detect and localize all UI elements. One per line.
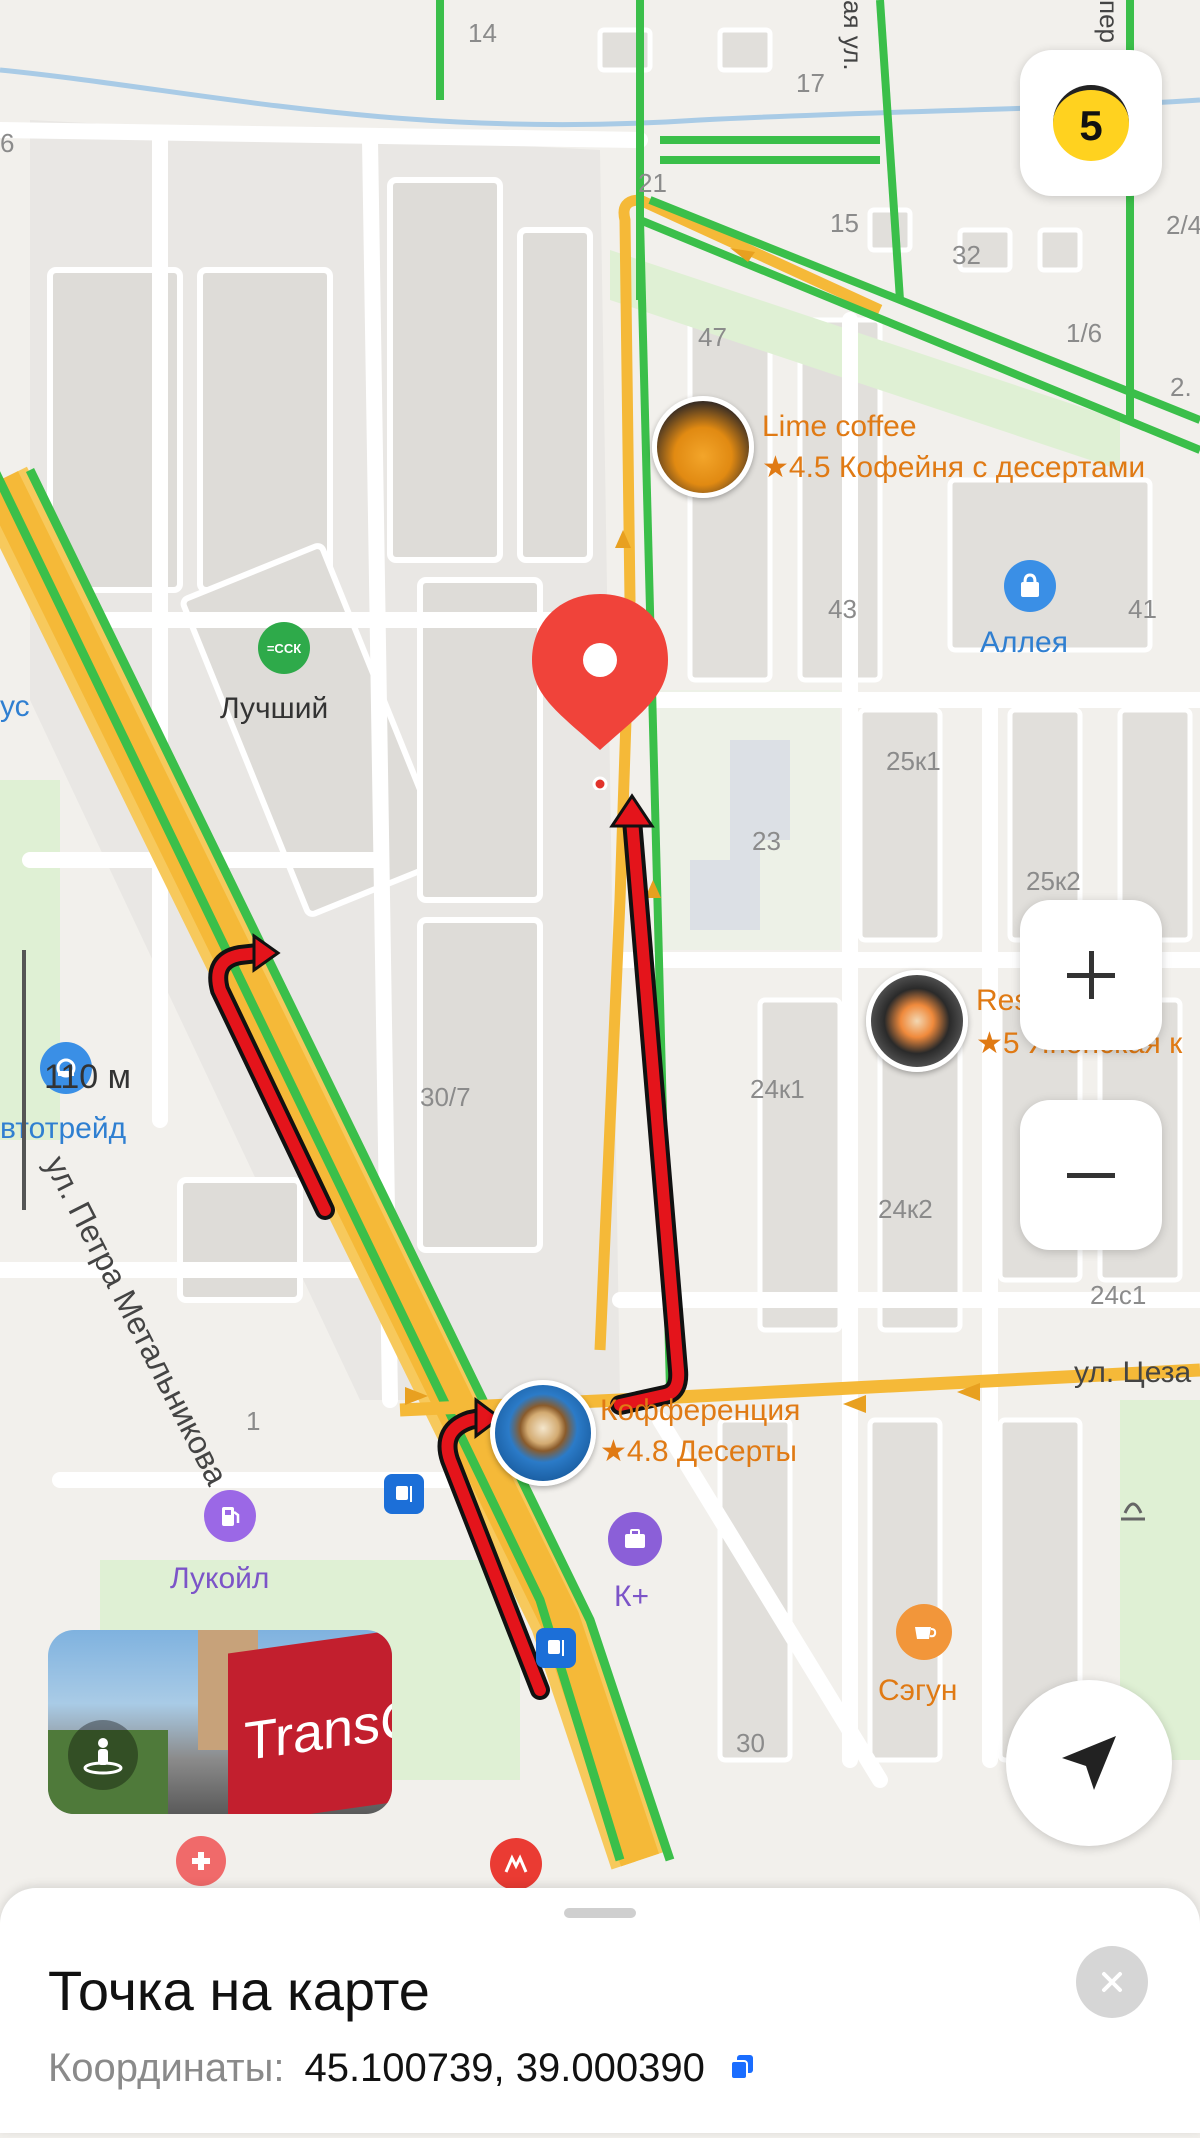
house-number: 17	[796, 68, 825, 98]
kofferencia-rating: ★4.8 Десерты	[600, 1435, 797, 1468]
house-number: 43	[828, 594, 857, 624]
kofferencia-photo[interactable]	[490, 1380, 596, 1486]
lime-coffee-rating: ★4.5 Кофейня с десертами	[762, 451, 1146, 484]
kofferencia-name[interactable]: Кофференция	[600, 1394, 800, 1428]
house-number: 2.	[1170, 372, 1192, 402]
fountain-icon	[1112, 1486, 1154, 1528]
house-number: 15	[830, 208, 859, 238]
coordinates-label: Координаты:	[48, 2046, 285, 2090]
house-number: 24к2	[878, 1194, 933, 1224]
bus-stop-icon[interactable]	[384, 1474, 424, 1514]
panorama-thumbnail[interactable]: TransC	[48, 1630, 392, 1814]
house-number: 1/6	[1066, 318, 1103, 348]
shopping-bag-icon[interactable]	[1004, 560, 1056, 612]
route-arrow-left	[208, 933, 335, 1220]
house-number: 30	[736, 1728, 765, 1758]
close-button[interactable]	[1076, 1946, 1148, 2018]
house-number: 1	[246, 1406, 261, 1436]
metro-icon[interactable]	[490, 1838, 542, 1890]
street-label-per: пер	[1094, 0, 1124, 43]
coffee-cup-icon[interactable]	[896, 1604, 952, 1660]
house-number: 2/4	[1166, 210, 1200, 240]
plus-icon	[1067, 951, 1115, 999]
segun-label: Сэгун	[878, 1674, 958, 1707]
restik-photo[interactable]	[866, 970, 968, 1072]
house-number: 24с1	[1090, 1280, 1147, 1310]
alleya-label: Аллея	[980, 626, 1068, 659]
avtotreyd-label: втотрейд	[0, 1112, 127, 1145]
house-number: 30/7	[420, 1082, 471, 1112]
coordinates-value[interactable]: 45.100739, 39.000390	[304, 2046, 704, 2091]
scale-label: 110 м	[44, 1058, 132, 1096]
place-card[interactable]: Точка на карте Координаты: 45.100739, 39…	[0, 1888, 1200, 2133]
house-number: 14	[468, 18, 497, 48]
bus-stop-icon[interactable]	[536, 1628, 576, 1668]
traffic-score-badge: 5	[1053, 85, 1129, 161]
house-number: 41	[1128, 594, 1157, 624]
house-number: 23	[752, 826, 781, 856]
house-number: 21	[638, 168, 667, 198]
traffic-button[interactable]: 5	[1020, 50, 1162, 196]
zoom-out-button[interactable]	[1020, 1100, 1162, 1250]
zoom-in-button[interactable]	[1020, 900, 1162, 1050]
panorama-truck: TransC	[228, 1630, 392, 1814]
location-pin[interactable]	[528, 590, 672, 792]
copy-icon[interactable]	[727, 2046, 757, 2091]
pharmacy-icon[interactable]	[176, 1836, 226, 1886]
briefcase-icon[interactable]	[608, 1512, 662, 1566]
lime-coffee-photo[interactable]	[652, 396, 754, 498]
lime-coffee-name[interactable]: Lime coffee	[762, 410, 917, 444]
sssk-logo-icon[interactable]: =ССК	[258, 622, 310, 674]
panorama-icon	[68, 1720, 138, 1790]
route-arrow-vertical	[609, 793, 689, 1415]
street-label-top: ая ул.	[838, 0, 868, 71]
street-label-tsezar: ул. Цеза	[1074, 1356, 1192, 1389]
kplus-label: К+	[614, 1580, 649, 1613]
fuel-station-icon[interactable]	[204, 1490, 256, 1542]
bus-label-partial: ус	[0, 690, 30, 723]
house-number: 47	[698, 322, 727, 352]
house-number: 25к2	[1026, 866, 1081, 896]
house-number: 32	[952, 240, 981, 270]
sheet-drag-handle[interactable]	[564, 1908, 636, 1918]
lukoil-label: Лукойл	[170, 1562, 270, 1595]
house-number: 25к1	[886, 746, 941, 776]
place-title: Точка на карте	[48, 1959, 430, 2022]
traffic-score: 5	[1079, 101, 1103, 149]
scale-bar	[22, 950, 26, 1210]
sssk-logo-text: =ССК	[266, 640, 302, 656]
luchshiy-label: Лучший	[220, 692, 329, 725]
house-number: 6	[0, 128, 15, 158]
navigation-arrow-icon	[1062, 1736, 1116, 1790]
close-icon	[1102, 1972, 1122, 1992]
minus-icon	[1067, 1173, 1115, 1178]
panorama-banner-text: TransC	[244, 1687, 392, 1773]
house-number: 24к1	[750, 1074, 805, 1104]
my-location-button[interactable]	[1006, 1680, 1172, 1846]
